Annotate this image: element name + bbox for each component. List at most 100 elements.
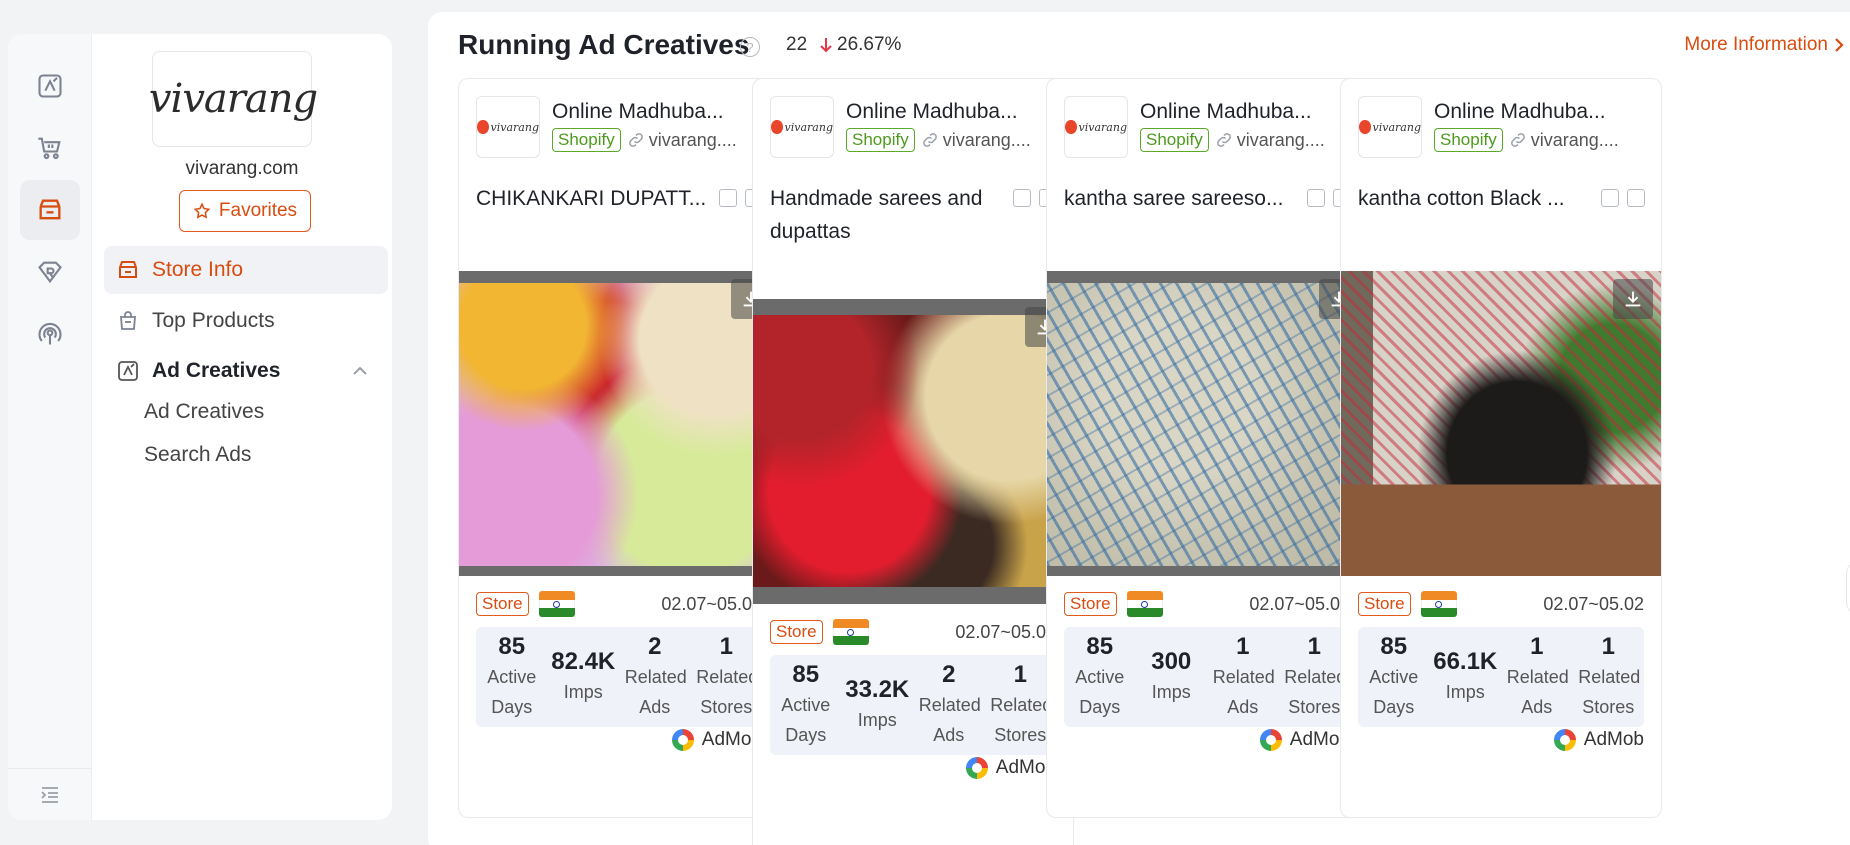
platform-badge: Shopify bbox=[1434, 128, 1503, 152]
help-icon[interactable]: ? bbox=[740, 37, 760, 57]
nav-ad-creatives-section[interactable]: Ad Creatives bbox=[104, 347, 388, 395]
copy-icon[interactable] bbox=[719, 189, 737, 207]
related-ads-label: Related Ads bbox=[1212, 667, 1275, 717]
more-information-label: More Information bbox=[1684, 34, 1828, 55]
active-days-label: Active Days bbox=[781, 695, 831, 745]
store-panel: vivarang vivarang.com Favorites Store In… bbox=[92, 34, 392, 820]
collapse-sidebar-button[interactable] bbox=[8, 768, 91, 820]
card-url[interactable]: vivarang.... bbox=[1509, 130, 1619, 151]
card-url[interactable]: vivarang.... bbox=[921, 130, 1031, 151]
rail-cart-button[interactable] bbox=[20, 118, 80, 178]
card-url-text: vivarang.... bbox=[942, 129, 1031, 150]
translate-icon[interactable] bbox=[1627, 189, 1645, 207]
card-store-logo: vivarang bbox=[1358, 96, 1422, 158]
icon-rail bbox=[8, 34, 92, 820]
date-range: 02.07~05.02 bbox=[955, 622, 1056, 642]
admob-icon bbox=[1553, 729, 1576, 751]
related-stores-value[interactable]: 1 bbox=[1014, 660, 1027, 690]
favorites-button[interactable]: Favorites bbox=[179, 190, 311, 232]
card-url[interactable]: vivarang.... bbox=[627, 130, 737, 151]
more-information-link[interactable]: More Information bbox=[1684, 34, 1846, 56]
card-store-name[interactable]: Online Madhuba... bbox=[1140, 100, 1325, 124]
card-store-logo: vivarang bbox=[1064, 96, 1128, 158]
ad-card[interactable]: vivarang Online Madhuba... Shopify vivar… bbox=[1046, 78, 1368, 818]
related-stores-value[interactable]: 1 bbox=[1602, 632, 1615, 662]
card-url[interactable]: vivarang.... bbox=[1215, 130, 1325, 151]
download-icon bbox=[1625, 291, 1641, 307]
card-url-text: vivarang.... bbox=[1236, 129, 1325, 150]
store-icon bbox=[39, 199, 61, 220]
stats-box: 85 Active Days 82.4K Imps 2 Related Ads 1 Re… bbox=[476, 627, 762, 727]
creative-count: 22 bbox=[786, 34, 808, 55]
admob-icon bbox=[671, 729, 694, 751]
imps-label: Imps bbox=[857, 710, 897, 730]
creative-image[interactable] bbox=[1047, 271, 1367, 576]
copy-icon[interactable] bbox=[1013, 189, 1031, 207]
related-ads-label: Related Ads bbox=[918, 695, 981, 745]
active-days-label: Active Days bbox=[1369, 667, 1419, 717]
related-stores-label: Related Stores bbox=[1578, 667, 1641, 717]
related-ads-value[interactable]: 2 bbox=[942, 660, 955, 690]
link-icon bbox=[628, 133, 643, 147]
card-store-name[interactable]: Online Madhuba... bbox=[552, 100, 737, 124]
stats-box: 85 Active Days 66.1K Imps 1 Related Ads 1 Re… bbox=[1358, 627, 1644, 727]
chevron-up-icon bbox=[353, 366, 367, 375]
imps-label: Imps bbox=[1151, 682, 1191, 702]
creative-image[interactable] bbox=[1341, 271, 1661, 576]
next-page-tab[interactable] bbox=[1846, 560, 1850, 616]
related-ads-value[interactable]: 1 bbox=[1530, 632, 1543, 662]
download-button[interactable] bbox=[1613, 279, 1653, 319]
card-description: Handmade sarees and dupattas bbox=[770, 187, 983, 243]
rail-store-button[interactable] bbox=[20, 180, 80, 240]
arrow-down-icon bbox=[820, 38, 832, 53]
ad-card[interactable]: vivarang Online Madhuba... Shopify vivar… bbox=[752, 78, 1074, 845]
stats-box: 85 Active Days 33.2K Imps 2 Related Ads 1 Re… bbox=[770, 655, 1056, 755]
related-stores-value[interactable]: 1 bbox=[720, 632, 733, 662]
rail-broadcast-button[interactable] bbox=[20, 304, 80, 364]
ad-card[interactable]: vivarang Online Madhuba... Shopify vivar… bbox=[1340, 78, 1662, 818]
active-days-value: 85 bbox=[1086, 633, 1114, 660]
related-stores-label: Related Stores bbox=[696, 667, 759, 717]
india-flag-icon bbox=[538, 591, 575, 617]
platform-badge: Shopify bbox=[1140, 128, 1209, 152]
rail-ad-creative-button[interactable] bbox=[20, 56, 80, 116]
date-range: 02.07~05.02 bbox=[1543, 594, 1644, 614]
card-store-name[interactable]: Online Madhuba... bbox=[846, 100, 1031, 124]
active-days-label: Active Days bbox=[1075, 667, 1125, 717]
related-stores-label: Related Stores bbox=[990, 695, 1053, 745]
nav-ad-creatives[interactable]: Ad Creatives bbox=[144, 400, 264, 424]
store-tag: Store bbox=[770, 620, 823, 644]
card-url-text: vivarang.... bbox=[648, 129, 737, 150]
ad-card[interactable]: vivarang Online Madhuba... Shopify vivar… bbox=[458, 78, 780, 818]
ad-network: AdMob bbox=[671, 729, 762, 751]
ad-creative-icon bbox=[38, 74, 62, 98]
ad-network: AdMob bbox=[965, 757, 1056, 779]
creative-image[interactable] bbox=[459, 271, 779, 576]
nav-store-info[interactable]: Store Info bbox=[104, 246, 388, 294]
creative-image[interactable] bbox=[753, 299, 1073, 604]
copy-icon[interactable] bbox=[1307, 189, 1325, 207]
chevron-right-icon bbox=[1835, 38, 1844, 52]
nav-top-products-label: Top Products bbox=[152, 309, 275, 332]
star-icon bbox=[193, 202, 211, 219]
rail-ranking-button[interactable] bbox=[20, 242, 80, 302]
favorites-label: Favorites bbox=[218, 200, 298, 221]
platform-badge: Shopify bbox=[552, 128, 621, 152]
card-store-name[interactable]: Online Madhuba... bbox=[1434, 100, 1619, 124]
platform-badge: Shopify bbox=[846, 128, 915, 152]
nav-top-products[interactable]: Top Products bbox=[104, 297, 388, 345]
nav-search-ads[interactable]: Search Ads bbox=[144, 443, 251, 467]
page-title: Running Ad Creatives bbox=[458, 29, 750, 60]
admob-icon bbox=[965, 757, 988, 779]
store-tag: Store bbox=[1358, 592, 1411, 616]
related-stores-value[interactable]: 1 bbox=[1308, 632, 1321, 662]
ad-network-label: AdMob bbox=[1583, 729, 1644, 750]
admob-icon bbox=[1259, 729, 1282, 751]
related-ads-value[interactable]: 1 bbox=[1236, 632, 1249, 662]
nav-store-info-label: Store Info bbox=[152, 258, 244, 281]
card-store-logo: vivarang bbox=[770, 96, 834, 158]
collapse-icon bbox=[40, 786, 58, 803]
related-ads-label: Related Ads bbox=[1506, 667, 1569, 717]
copy-icon[interactable] bbox=[1601, 189, 1619, 207]
related-ads-value[interactable]: 2 bbox=[648, 632, 661, 662]
